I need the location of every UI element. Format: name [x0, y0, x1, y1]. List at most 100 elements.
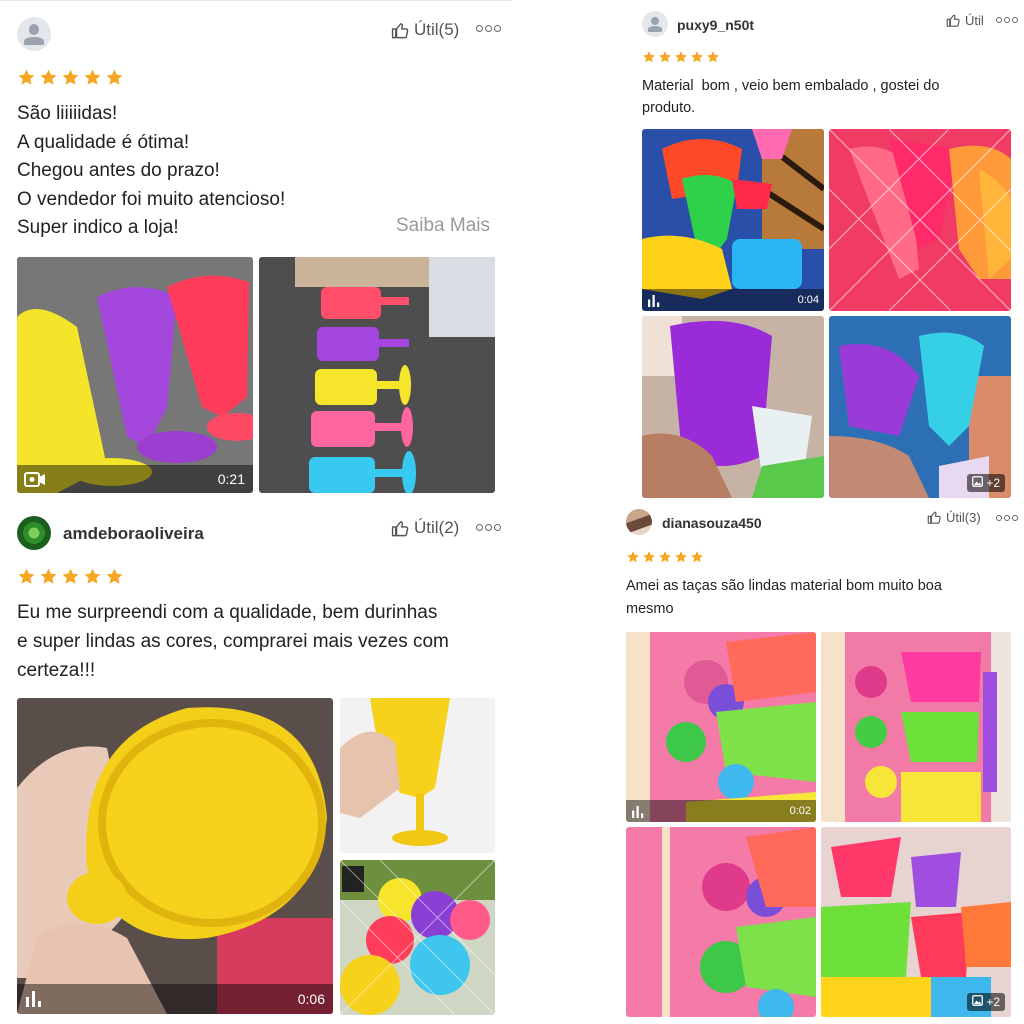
review-text-line: produto.	[642, 100, 696, 116]
review-photo[interactable]	[642, 316, 824, 498]
star-icon	[691, 51, 703, 63]
video-duration: 0:04	[797, 294, 819, 306]
star-icon	[18, 69, 35, 85]
review-photo[interactable]	[340, 698, 495, 853]
star-icon	[106, 69, 123, 85]
helpful-label: Útil(3)	[946, 510, 981, 525]
video-duration: 0:02	[789, 805, 811, 817]
review-photo[interactable]: +2	[829, 316, 1011, 498]
thumbs-up-icon	[391, 519, 410, 538]
star-icon	[627, 551, 639, 563]
review-text-line: certeza!!!	[17, 660, 96, 681]
star-icon	[40, 69, 57, 85]
review-photo[interactable]	[340, 860, 495, 1015]
review-text-line: Super indico a loja!	[17, 217, 179, 239]
review-text-line: Eu me surpreendi com a qualidade, bem du…	[17, 602, 438, 623]
star-rating	[17, 567, 124, 586]
helpful-label: Útil(2)	[414, 518, 460, 537]
review-text-line: A qualidade é ótima!	[17, 131, 190, 153]
audio-bars-icon	[631, 805, 645, 822]
video-overlay: 0:06	[17, 984, 333, 1014]
review-text-line: e super lindas as cores, comprarei mais …	[17, 631, 449, 652]
review-text-line: O vendedor foi muito atencioso!	[17, 188, 286, 210]
video-thumbnail	[626, 632, 816, 822]
star-icon	[84, 568, 101, 584]
user-avatar[interactable]	[642, 11, 668, 37]
review-video[interactable]: 0:02	[626, 632, 816, 822]
video-duration: 0:21	[217, 471, 245, 487]
thumbs-up-icon	[927, 510, 942, 525]
review-text-line: Chegou antes do prazo!	[17, 160, 220, 182]
star-icon	[707, 51, 719, 63]
star-icon	[643, 551, 655, 563]
star-icon	[643, 51, 655, 63]
helpful-label: Útil(5)	[414, 20, 460, 39]
star-icon	[62, 69, 79, 85]
review-photo[interactable]: +2	[821, 827, 1011, 1017]
star-icon	[84, 69, 101, 85]
star-icon	[675, 551, 687, 563]
review-text-line: Material bom , veio bem embalado , goste…	[642, 78, 940, 94]
image-icon	[972, 995, 984, 1009]
more-options-button[interactable]	[996, 17, 1018, 23]
user-avatar[interactable]	[626, 509, 652, 535]
video-overlay: 0:04	[642, 289, 824, 311]
helpful-button[interactable]: Útil(3)	[927, 510, 981, 525]
review-text: São liiiiidas! A qualidade é ótima! Cheg…	[17, 100, 285, 243]
video-duration: 0:06	[297, 991, 325, 1007]
audio-bars-icon	[25, 991, 43, 1012]
more-photos-badge[interactable]: +2	[967, 993, 1005, 1011]
star-rating	[17, 68, 124, 87]
read-more-link[interactable]: Saiba Mais	[396, 215, 490, 237]
star-icon	[40, 568, 57, 584]
photo-thumbnail	[829, 129, 1011, 311]
review-text-line: São liiiiidas!	[17, 103, 118, 124]
video-thumbnail	[17, 257, 253, 493]
star-rating	[642, 50, 720, 64]
more-photos-badge[interactable]: +2	[967, 474, 1005, 492]
review-text: Amei as taças são lindas material bom mu…	[626, 575, 942, 621]
review-text: Material bom , veio bem embalado , goste…	[642, 75, 939, 119]
more-options-button[interactable]	[476, 524, 501, 531]
username[interactable]: amdeboraoliveira	[63, 524, 204, 544]
review-text: Eu me surpreendi com a qualidade, bem du…	[17, 598, 449, 685]
photo-thumbnail	[829, 316, 1011, 498]
review-photo[interactable]	[626, 827, 816, 1017]
username[interactable]: dianasouza450	[662, 515, 762, 531]
star-icon	[106, 568, 123, 584]
audio-bars-icon	[647, 294, 661, 311]
username[interactable]: puxy9_n50t	[677, 17, 754, 33]
video-thumbnail	[17, 698, 333, 1014]
star-icon	[659, 551, 671, 563]
review-video[interactable]: 0:04	[642, 129, 824, 311]
top-divider	[0, 0, 512, 1]
helpful-button[interactable]: Útil	[946, 13, 984, 28]
helpful-button[interactable]: Útil(2)	[391, 518, 459, 538]
user-avatar[interactable]	[17, 516, 51, 550]
photo-thumbnail	[821, 827, 1011, 1017]
image-icon	[972, 476, 984, 490]
star-rating	[626, 550, 704, 564]
star-icon	[659, 51, 671, 63]
review-photo[interactable]	[821, 632, 1011, 822]
more-photos-count: +2	[986, 995, 1000, 1009]
photo-thumbnail	[340, 860, 495, 1015]
user-avatar[interactable]	[17, 17, 51, 51]
review-video[interactable]: 0:21	[17, 257, 253, 493]
review-video[interactable]: 0:06	[17, 698, 333, 1014]
more-options-button[interactable]	[476, 25, 501, 32]
video-camera-icon	[24, 472, 46, 492]
video-overlay: 0:02	[626, 800, 816, 822]
more-options-button[interactable]	[996, 515, 1018, 521]
photo-thumbnail	[626, 827, 816, 1017]
review-photo[interactable]	[259, 257, 495, 493]
review-photo[interactable]	[829, 129, 1011, 311]
star-icon	[675, 51, 687, 63]
review-text-line: Amei as taças são lindas material bom mu…	[626, 578, 942, 594]
helpful-button[interactable]: Útil(5)	[391, 20, 459, 40]
helpful-label: Útil	[965, 13, 984, 28]
star-icon	[691, 551, 703, 563]
photo-thumbnail	[259, 257, 495, 493]
video-thumbnail	[642, 129, 824, 311]
review-text-line: mesmo	[626, 601, 674, 617]
